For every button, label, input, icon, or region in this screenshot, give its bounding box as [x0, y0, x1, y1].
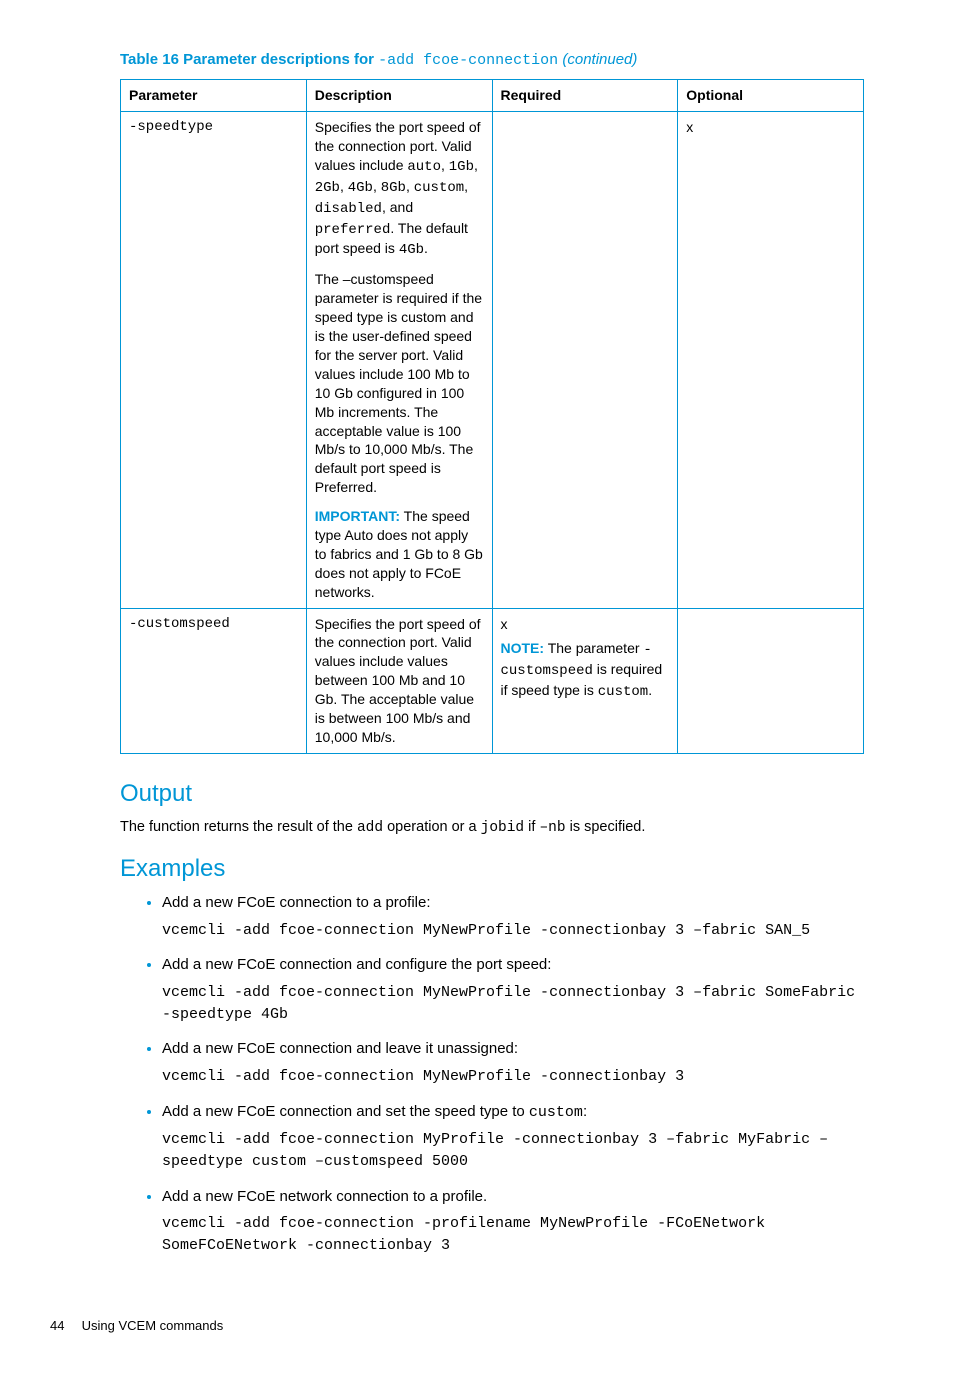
caption-suffix: (continued) [558, 51, 637, 68]
opt-speedtype: x [678, 112, 864, 608]
param-customspeed: -customspeed [121, 608, 307, 753]
req-speedtype [492, 112, 678, 608]
req-note: NOTE: The parameter -customspeed is requ… [501, 639, 670, 702]
example-code: vcemcli -add fcoe-connection MyNewProfil… [162, 920, 864, 942]
list-item: Add a new FCoE network connection to a p… [162, 1187, 864, 1257]
opt-customspeed [678, 608, 864, 753]
example-label: Add a new FCoE network connection to a p… [162, 1188, 487, 1205]
example-label: Add a new FCoE connection to a profile: [162, 894, 431, 911]
table-row: -customspeed Specifies the port speed of… [121, 608, 864, 753]
desc-customspeed: Specifies the port speed of the connecti… [306, 608, 492, 753]
example-code: vcemcli -add fcoe-connection -profilenam… [162, 1213, 864, 1257]
examples-heading: Examples [120, 853, 864, 885]
footer-text: Using VCEM commands [82, 1318, 224, 1333]
header-description: Description [306, 80, 492, 112]
example-label: Add a new FCoE connection and configure … [162, 956, 551, 973]
page-footer: 44 Using VCEM commands [50, 1317, 864, 1335]
page-number: 44 [50, 1317, 78, 1335]
table-row: -speedtype Specifies the port speed of t… [121, 112, 864, 608]
param-speedtype: -speedtype [121, 112, 307, 608]
output-heading: Output [120, 778, 864, 810]
list-item: Add a new FCoE connection and leave it u… [162, 1039, 864, 1087]
req-x: x [501, 616, 508, 632]
desc-para-1: Specifies the port speed of the connecti… [315, 118, 484, 260]
list-item: Add a new FCoE connection to a profile: … [162, 893, 864, 941]
note-label: NOTE: [501, 640, 545, 656]
example-label: Add a new FCoE connection and leave it u… [162, 1040, 518, 1057]
table-caption: Table 16 Parameter descriptions for -add… [120, 50, 864, 71]
important-label: IMPORTANT: [315, 508, 400, 524]
header-parameter: Parameter [121, 80, 307, 112]
desc-speedtype: Specifies the port speed of the connecti… [306, 112, 492, 608]
example-code: vcemcli -add fcoe-connection MyNewProfil… [162, 982, 864, 1026]
examples-list: Add a new FCoE connection to a profile: … [120, 893, 864, 1257]
table-header-row: Parameter Description Required Optional [121, 80, 864, 112]
req-customspeed: x NOTE: The parameter -customspeed is re… [492, 608, 678, 753]
header-required: Required [492, 80, 678, 112]
output-text: The function returns the result of the a… [120, 818, 864, 839]
caption-code: -add fcoe-connection [378, 52, 558, 69]
example-code: vcemcli -add fcoe-connection MyNewProfil… [162, 1066, 864, 1088]
example-label: Add a new FCoE connection and set the sp… [162, 1103, 587, 1120]
header-optional: Optional [678, 80, 864, 112]
desc-para-2: The –customspeed parameter is required i… [315, 270, 484, 497]
parameter-table: Parameter Description Required Optional … [120, 79, 864, 754]
desc-para-important: IMPORTANT: The speed type Auto does not … [315, 507, 484, 601]
example-code: vcemcli -add fcoe-connection MyProfile -… [162, 1129, 864, 1173]
caption-prefix: Table 16 Parameter descriptions for [120, 51, 378, 68]
list-item: Add a new FCoE connection and configure … [162, 955, 864, 1025]
list-item: Add a new FCoE connection and set the sp… [162, 1102, 864, 1173]
